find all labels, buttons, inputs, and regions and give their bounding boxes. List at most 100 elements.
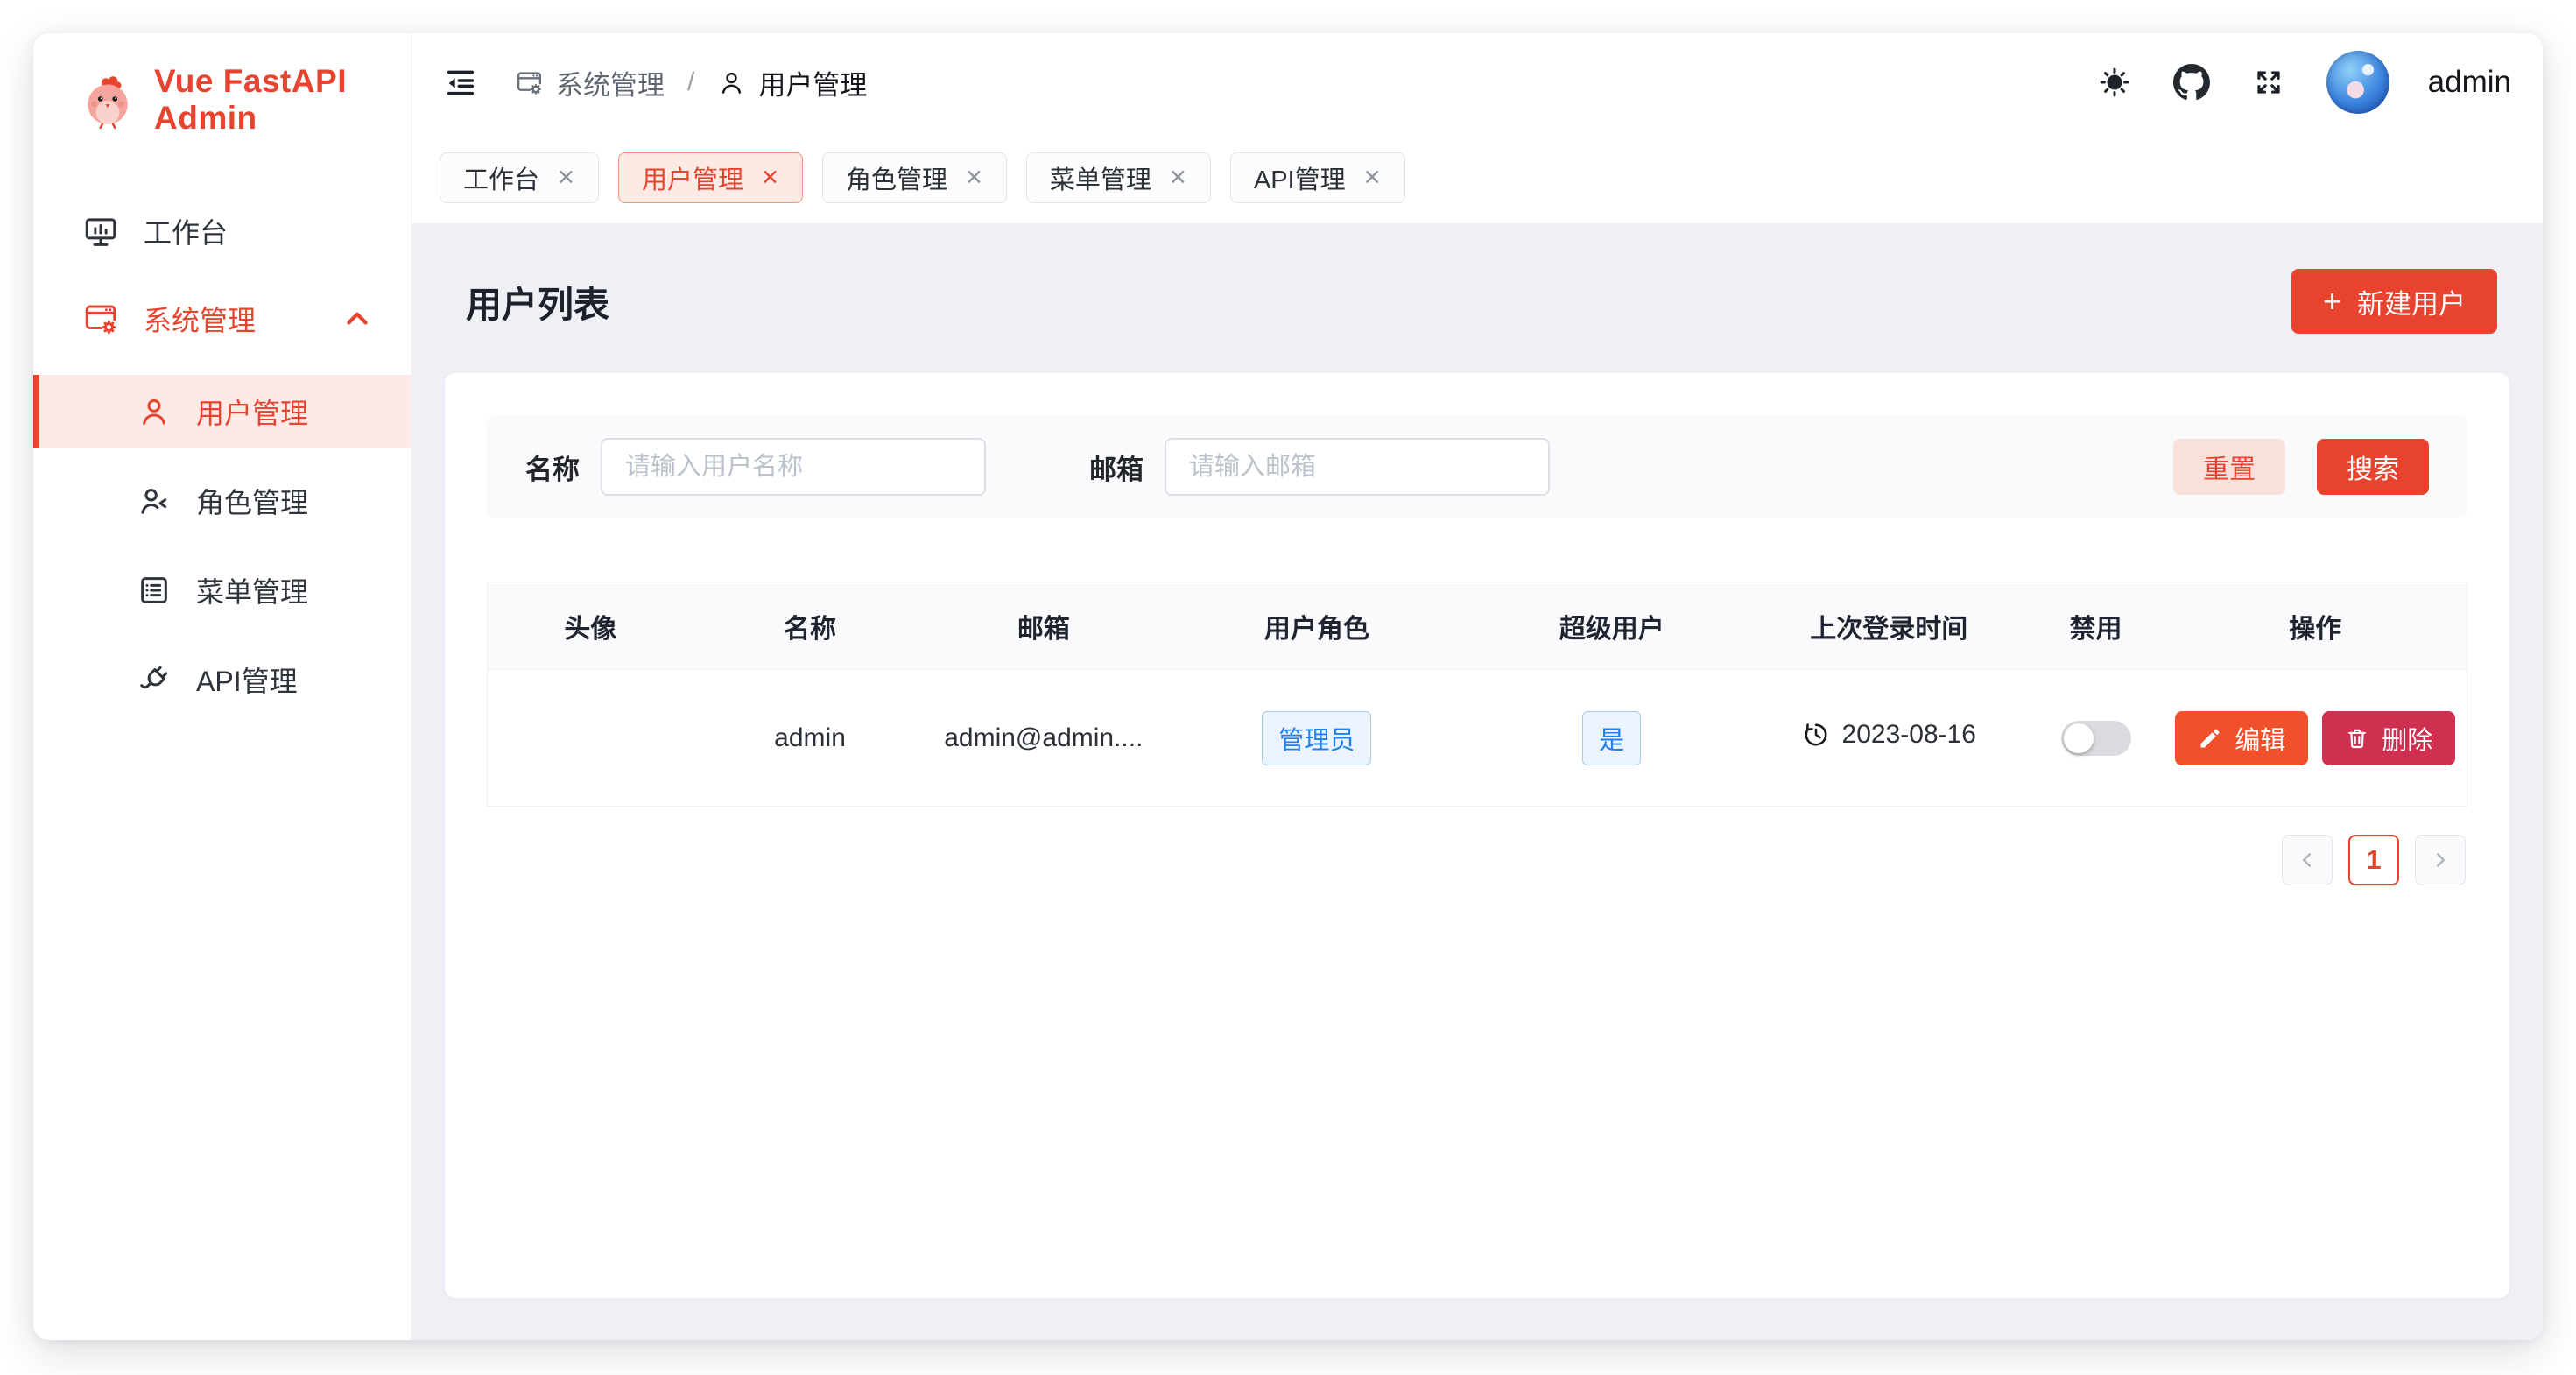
chick-logo-icon: [79, 71, 137, 129]
user-avatar[interactable]: [2326, 51, 2389, 114]
sidebar-item-roles[interactable]: 角色管理: [33, 464, 411, 538]
column-disabled: 禁用: [2028, 582, 2164, 670]
monitor-icon: [82, 213, 119, 250]
tab-users[interactable]: 用户管理 ✕: [618, 152, 803, 203]
breadcrumb-system[interactable]: 系统管理: [515, 63, 665, 102]
table-header-row: 头像 名称 邮箱 用户角色 超级用户 上次登录时间 禁用 操作: [488, 582, 2467, 670]
email-input[interactable]: [1165, 438, 1550, 496]
toggle-knob: [2064, 723, 2094, 753]
tab-roles[interactable]: 角色管理 ✕: [822, 152, 1007, 203]
menu-list-icon: [137, 573, 172, 608]
close-icon[interactable]: ✕: [1169, 165, 1187, 191]
column-role: 用户角色: [1160, 582, 1473, 670]
sidebar-item-system[interactable]: 系统管理: [33, 287, 411, 350]
role-icon: [137, 483, 172, 518]
content-area: 用户列表 + 新建用户 名称 邮箱 重置 搜索: [412, 224, 2543, 1340]
tab-api[interactable]: API管理 ✕: [1230, 152, 1405, 203]
prev-page-button[interactable]: [2282, 835, 2333, 885]
topbar: 系统管理 / 用户管理: [412, 33, 2543, 131]
breadcrumb-label: 系统管理: [556, 63, 665, 102]
column-superuser: 超级用户: [1473, 582, 1750, 670]
reset-button[interactable]: 重置: [2173, 439, 2285, 495]
tab-label: 菜单管理: [1050, 159, 1151, 196]
cell-superuser: 是: [1473, 670, 1750, 807]
last-login-value: 2023-08-16: [1842, 720, 1976, 750]
close-icon[interactable]: ✕: [1363, 165, 1382, 191]
sidebar-item-users[interactable]: 用户管理: [33, 375, 411, 448]
add-user-label: 新建用户: [2357, 282, 2466, 321]
logo[interactable]: Vue FastAPI Admin: [33, 63, 411, 137]
user-icon: [717, 68, 746, 97]
cell-email: admin@admin....: [926, 670, 1160, 807]
breadcrumb-users[interactable]: 用户管理: [717, 63, 867, 102]
page-head: 用户列表 + 新建用户: [445, 224, 2509, 373]
topbar-actions: admin: [2095, 51, 2511, 114]
name-input[interactable]: [601, 438, 986, 496]
plus-icon: +: [2323, 286, 2341, 317]
clock-history-icon: [1802, 721, 1830, 749]
tab-menus[interactable]: 菜单管理 ✕: [1026, 152, 1211, 203]
tab-label: 角色管理: [846, 159, 947, 196]
column-last-login: 上次登录时间: [1750, 582, 2028, 670]
cell-disabled: [2028, 670, 2164, 807]
sidebar-item-menus[interactable]: 菜单管理: [33, 554, 411, 627]
close-icon[interactable]: ✕: [761, 165, 779, 191]
window-gear-icon: [82, 300, 119, 337]
sidebar-item-api[interactable]: API管理: [33, 643, 411, 716]
superuser-tag: 是: [1582, 711, 1641, 765]
email-field-label: 邮箱: [1089, 448, 1144, 487]
current-page-button[interactable]: 1: [2348, 835, 2399, 885]
sidebar-collapse-icon[interactable]: [441, 63, 480, 102]
breadcrumb: 系统管理 / 用户管理: [515, 63, 867, 102]
cell-last-login: 2023-08-16: [1750, 670, 2028, 807]
role-tag[interactable]: 管理员: [1262, 711, 1371, 765]
username-label[interactable]: admin: [2428, 65, 2511, 100]
sidebar-item-workbench[interactable]: 工作台: [33, 200, 411, 263]
breadcrumb-label: 用户管理: [758, 63, 867, 102]
sidebar-item-label: 用户管理: [196, 391, 308, 432]
column-actions: 操作: [2164, 582, 2467, 670]
user-table: 头像 名称 邮箱 用户角色 超级用户 上次登录时间 禁用 操作: [487, 582, 2467, 807]
next-page-button[interactable]: [2415, 835, 2466, 885]
column-avatar: 头像: [488, 582, 693, 670]
sidebar: Vue FastAPI Admin 工作台: [33, 33, 412, 1340]
close-icon[interactable]: ✕: [965, 165, 983, 191]
page-title: 用户列表: [466, 275, 609, 328]
sidebar-menu: 工作台 系统管理: [33, 200, 411, 716]
pencil-icon: [2198, 726, 2222, 751]
close-icon[interactable]: ✕: [557, 165, 575, 191]
sidebar-item-label: 菜单管理: [196, 570, 308, 610]
theme-toggle-sun-icon[interactable]: [2095, 63, 2134, 102]
search-button[interactable]: 搜索: [2317, 439, 2429, 495]
sidebar-item-label: 角色管理: [196, 481, 308, 521]
delete-label: 删除: [2382, 720, 2432, 757]
tab-label: 用户管理: [642, 159, 743, 196]
fullscreen-icon[interactable]: [2249, 63, 2288, 102]
user-icon: [137, 394, 172, 429]
sidebar-item-label: 工作台: [144, 211, 228, 251]
tab-label: API管理: [1254, 159, 1346, 196]
disabled-toggle[interactable]: [2061, 721, 2131, 756]
name-field-label: 名称: [525, 448, 580, 487]
cell-role: 管理员: [1160, 670, 1473, 807]
sidebar-item-label: 系统管理: [144, 299, 256, 339]
cell-avatar: [488, 670, 693, 807]
github-icon[interactable]: [2172, 63, 2211, 102]
user-list-card: 名称 邮箱 重置 搜索 头像: [445, 373, 2509, 1298]
tabbar: 工作台 ✕ 用户管理 ✕ 角色管理 ✕ 菜单管理 ✕ API管理 ✕: [412, 131, 2543, 224]
add-user-button[interactable]: + 新建用户: [2291, 269, 2497, 334]
cell-name: admin: [693, 670, 927, 807]
trash-icon: [2345, 726, 2369, 751]
table-row: admin admin@admin.... 管理员 是: [488, 670, 2467, 807]
sidebar-item-label: API管理: [196, 659, 298, 700]
edit-label: 编辑: [2235, 720, 2285, 757]
delete-button[interactable]: 删除: [2322, 711, 2455, 765]
column-email: 邮箱: [926, 582, 1160, 670]
window-gear-icon: [515, 68, 544, 97]
edit-button[interactable]: 编辑: [2175, 711, 2308, 765]
breadcrumb-separator: /: [687, 67, 694, 97]
cell-actions: 编辑 删除: [2164, 670, 2467, 807]
main-area: 系统管理 / 用户管理: [412, 33, 2543, 1340]
column-name: 名称: [693, 582, 927, 670]
tab-workbench[interactable]: 工作台 ✕: [440, 152, 599, 203]
